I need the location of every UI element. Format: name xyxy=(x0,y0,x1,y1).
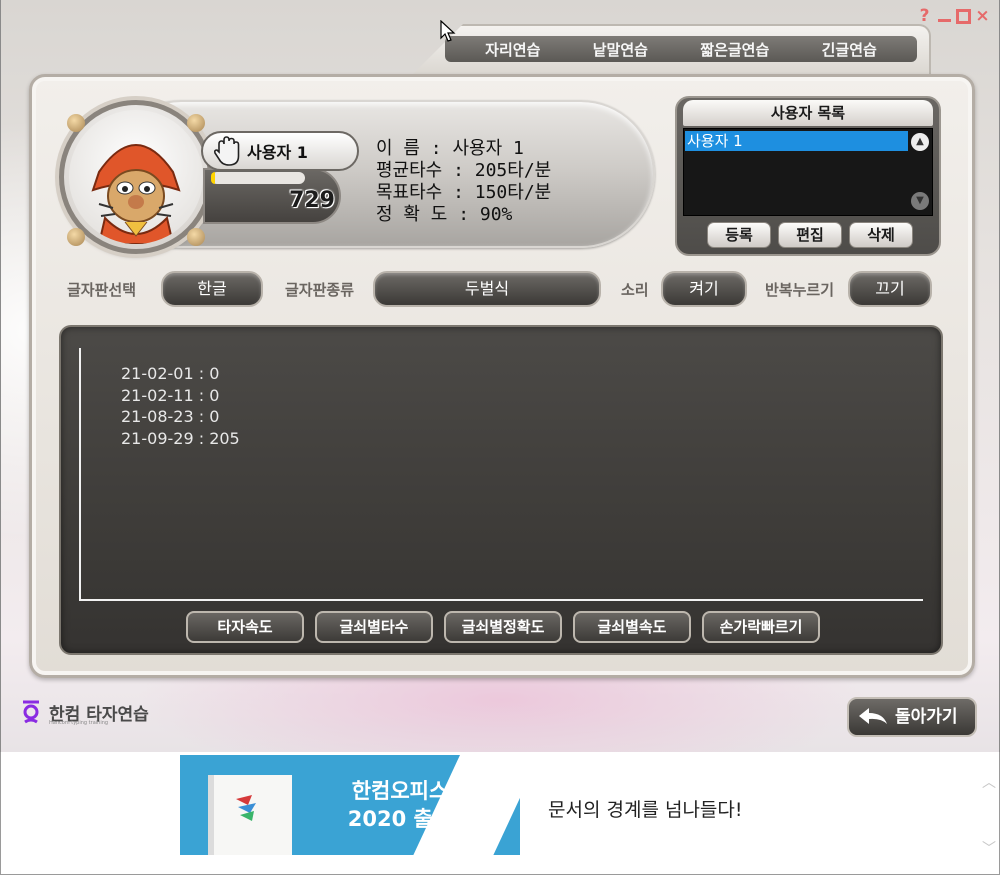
chart-x-axis xyxy=(79,599,923,601)
frame-bolt xyxy=(187,228,205,246)
register-button[interactable]: 등록 xyxy=(707,222,771,248)
keyboard-select-button[interactable]: 한글 xyxy=(161,271,263,307)
back-arrow-icon xyxy=(859,708,887,724)
score-progress-fill xyxy=(211,172,215,184)
frame-bolt xyxy=(187,114,205,132)
ad-title-line2: 2020 출시 xyxy=(347,807,453,831)
keyboard-type-label: 글자판종류 xyxy=(285,281,355,299)
close-icon[interactable]: × xyxy=(974,8,991,25)
logo-subtext: Hancom typing training xyxy=(49,720,109,726)
user-list-title: 사용자 목록 xyxy=(683,100,933,126)
stat-name: 이 름 : 사용자 1 xyxy=(376,138,524,159)
chart-y-axis xyxy=(79,348,81,601)
score-progress-bar xyxy=(211,172,305,184)
hand-icon xyxy=(213,136,240,166)
edit-button[interactable]: 편집 xyxy=(778,222,842,248)
keystrokes-per-key-tab[interactable]: 글쇠별타수 xyxy=(315,611,433,643)
accuracy-per-key-tab[interactable]: 글쇠별정확도 xyxy=(444,611,562,643)
ad-slogan: 문서의 경계를 넘나들다! xyxy=(548,799,743,821)
stat-average-speed: 평균타수 : 205타/분 xyxy=(376,160,552,181)
hancom-logo-icon xyxy=(23,700,39,724)
speed-per-key-tab[interactable]: 글쇠별속도 xyxy=(573,611,691,643)
keyboard-select-label: 글자판선택 xyxy=(67,281,137,299)
sound-label: 소리 xyxy=(621,281,649,299)
keyboard-type-button[interactable]: 두벌식 xyxy=(373,271,601,307)
tab-long-text-practice[interactable]: 긴글연습 xyxy=(822,39,877,60)
mouse-cursor-icon xyxy=(440,20,456,42)
window-controls: ? × xyxy=(916,8,991,25)
history-entry: 21-09-29 : 205 xyxy=(121,428,240,448)
app-window: ? × 자리연습 낱말연습 짧은글연습 긴글연습 729 사용자 1 이 름:… xyxy=(0,0,1000,752)
repeat-toggle[interactable]: 끄기 xyxy=(848,271,932,307)
history-entry: 21-02-11 : 0 xyxy=(121,385,220,405)
tab-position-practice[interactable]: 자리연습 xyxy=(485,39,540,60)
delete-button[interactable]: 삭제 xyxy=(849,222,913,248)
avatar[interactable] xyxy=(69,110,203,244)
tab-short-text-practice[interactable]: 짧은글연습 xyxy=(700,39,769,60)
help-icon[interactable]: ? xyxy=(916,8,933,25)
finger-speed-tab[interactable]: 손가락빠르기 xyxy=(702,611,820,643)
ad-banner[interactable]: 한컴오피스 2020 출시 xyxy=(180,755,520,855)
scroll-down-icon[interactable]: ▼ xyxy=(911,192,929,210)
chevron-up-icon[interactable]: ︿ xyxy=(982,772,996,792)
ad-title-line1: 한컴오피스 xyxy=(351,779,449,803)
scroll-up-icon[interactable]: ▲ xyxy=(911,133,929,151)
ad-title: 한컴오피스 2020 출시 xyxy=(325,777,475,833)
typing-speed-tab[interactable]: 타자속도 xyxy=(186,611,304,643)
tab-word-practice[interactable]: 낱말연습 xyxy=(593,39,648,60)
character-avatar-icon xyxy=(91,144,181,244)
history-entry: 21-08-23 : 0 xyxy=(121,407,220,426)
product-box-image xyxy=(208,775,292,855)
score-value: 729 xyxy=(289,188,335,213)
hancom-office-logo-icon xyxy=(236,795,256,821)
tab-bar: 자리연습 낱말연습 짧은글연습 긴글연습 xyxy=(445,36,917,62)
history-entry: 21-02-01 : 0 xyxy=(121,364,220,383)
maximize-icon[interactable] xyxy=(956,9,971,24)
frame-bolt xyxy=(67,114,85,132)
user-stats: 이 름 : 사용자 1 평균타수 : 205타/분 목표타수 : 150타/분 … xyxy=(376,138,551,226)
minimize-icon[interactable] xyxy=(936,8,953,25)
user-name: 사용자 1 xyxy=(247,143,308,162)
user-list-item[interactable]: 사용자 1 xyxy=(685,131,908,151)
stat-accuracy: 정 확 도 : 90% xyxy=(376,204,513,225)
record-history: 21-02-01 : 0 21-02-11 : 0 21-08-23 : 0 2… xyxy=(121,363,240,449)
sound-toggle[interactable]: 켜기 xyxy=(661,271,747,307)
repeat-label: 반복누르기 xyxy=(765,281,835,299)
stat-target-speed: 목표타수 : 150타/분 xyxy=(376,182,552,203)
frame-bolt xyxy=(67,228,85,246)
chevron-down-icon[interactable]: ﹀ xyxy=(982,838,996,858)
